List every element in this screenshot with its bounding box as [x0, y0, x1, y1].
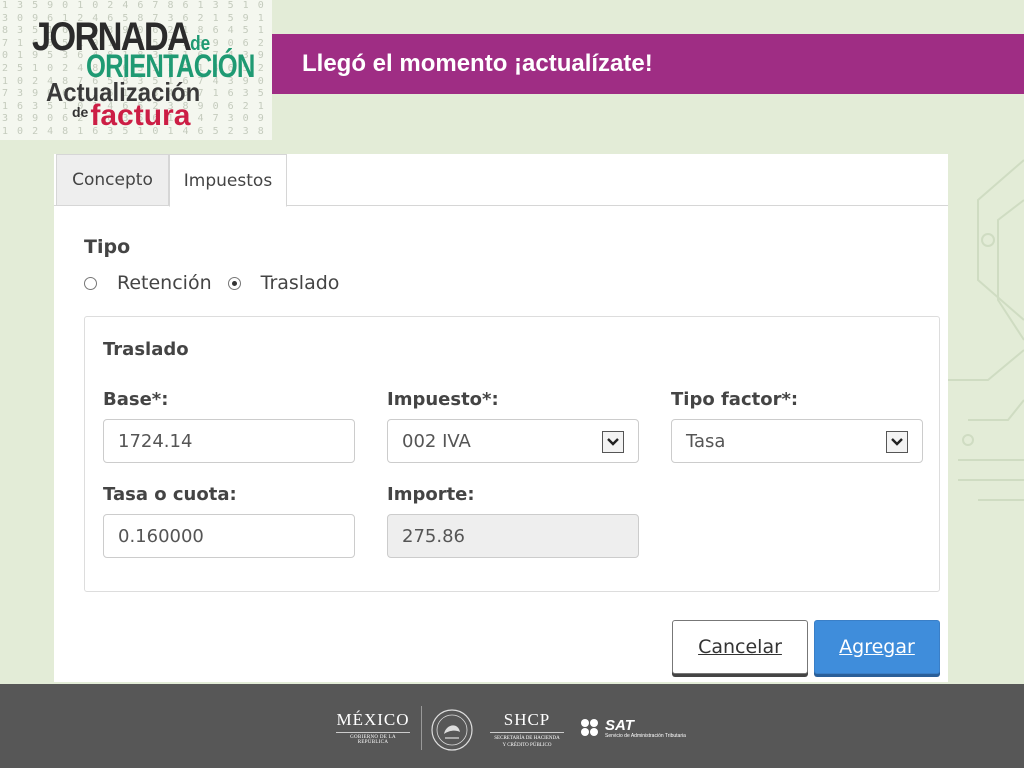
tasa-cuota-value: 0.160000	[118, 525, 204, 547]
cancel-button[interactable]: Cancelar	[672, 620, 808, 674]
traslado-group: Traslado Base*: 1724.14 Impuesto*: 002 I…	[84, 316, 940, 592]
footer-divider	[421, 706, 422, 750]
sat-logo: SAT Servicio de Administración Tributari…	[580, 718, 686, 740]
tab-bar: Concepto Impuestos	[54, 154, 948, 207]
tipo-factor-value: Tasa	[686, 430, 726, 452]
impuesto-label: Impuesto*:	[387, 389, 499, 410]
traslado-title: Traslado	[103, 339, 189, 360]
tab-impuestos[interactable]: Impuestos	[169, 154, 287, 207]
tipo-factor-select[interactable]: Tasa	[671, 419, 923, 463]
sat-logo-icon	[581, 719, 598, 736]
importe-value: 275.86	[402, 525, 465, 547]
base-value: 1724.14	[118, 430, 193, 452]
chevron-down-icon[interactable]	[886, 431, 908, 453]
shcp-logo: SHCP SECRETARÍA DE HACIENDA Y CRÉDITO PÚ…	[490, 710, 564, 749]
header-banner: Llegó el momento ¡actualízate!	[272, 34, 1024, 94]
impuesto-value: 002 IVA	[402, 430, 471, 452]
add-button[interactable]: Agregar	[814, 620, 940, 674]
radio-traslado-label[interactable]: Traslado	[261, 272, 340, 294]
tipo-label: Tipo	[84, 236, 131, 258]
base-label: Base*:	[103, 389, 169, 410]
mexico-logo: MÉXICO GOBIERNO DE LA REPÚBLICA	[336, 710, 410, 745]
importe-field: 275.86	[387, 514, 639, 558]
impuestos-panel: Concepto Impuestos Tipo Retención Trasla…	[54, 154, 948, 682]
jornada-logo: 1 3 5 9 0 1 0 2 4 6 7 8 6 1 3 5 1 0 1 4 …	[0, 0, 272, 140]
footer: MÉXICO GOBIERNO DE LA REPÚBLICA SHCP SEC…	[0, 684, 1024, 768]
logo-wordmark: JORNADAde ORIENTACIÓN Actualización defa…	[32, 15, 255, 132]
tasa-cuota-label: Tasa o cuota:	[103, 484, 237, 505]
importe-label: Importe:	[387, 484, 475, 505]
radio-traslado[interactable]	[227, 276, 241, 290]
tipo-radio-group: Retención Traslado	[84, 272, 355, 294]
impuesto-select[interactable]: 002 IVA	[387, 419, 639, 463]
radio-retencion[interactable]	[84, 276, 97, 290]
chevron-down-icon[interactable]	[602, 431, 624, 453]
radio-retencion-label[interactable]: Retención	[117, 272, 212, 294]
circuit-decoration	[948, 159, 1024, 501]
tab-concepto[interactable]: Concepto	[56, 154, 169, 206]
base-input[interactable]: 1724.14	[103, 419, 355, 463]
tasa-cuota-input[interactable]: 0.160000	[103, 514, 355, 558]
tipo-factor-label: Tipo factor*:	[671, 389, 799, 410]
national-seal-icon	[431, 709, 473, 751]
banner-text: Llegó el momento ¡actualízate!	[302, 50, 653, 77]
